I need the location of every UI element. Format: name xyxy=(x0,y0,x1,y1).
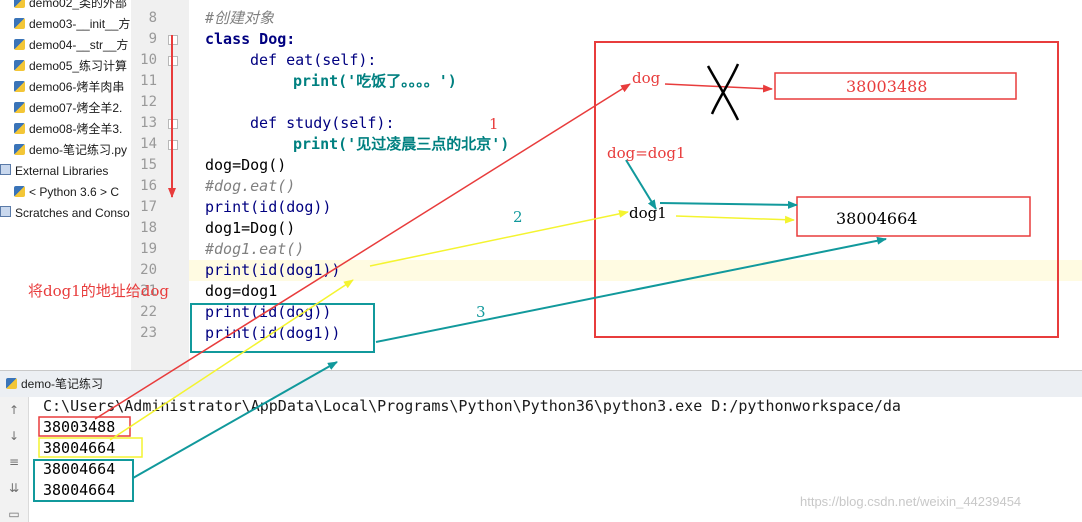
assign-arrow xyxy=(625,159,657,210)
address-old: 38003488 xyxy=(846,77,928,96)
address-new: 38004664 xyxy=(836,209,918,228)
arrow-3 xyxy=(375,236,887,343)
arrow-number-1: 1 xyxy=(489,115,499,133)
assign-label: dog=dog1 xyxy=(607,144,686,162)
memory-diagram-box xyxy=(594,41,1059,338)
arrow-1 xyxy=(94,83,631,420)
cross-out-icon xyxy=(710,63,740,115)
arrow-number-2: 2 xyxy=(513,208,523,226)
code-box-teal xyxy=(190,303,375,353)
output-box-teal xyxy=(33,459,134,502)
dog1-label: dog1 xyxy=(629,204,667,222)
dog1-ref-arrow xyxy=(675,215,795,224)
dog-label: dog xyxy=(632,69,661,87)
side-note: 将dog1的地址给dog xyxy=(28,282,170,300)
arrow-number-3: 3 xyxy=(476,303,486,321)
dog-new-ref-arrow xyxy=(659,200,798,209)
arrow-3-tail xyxy=(132,361,338,479)
output-box-yellow xyxy=(38,437,143,458)
output-box-red xyxy=(38,416,131,437)
arrow-2 xyxy=(369,209,629,267)
